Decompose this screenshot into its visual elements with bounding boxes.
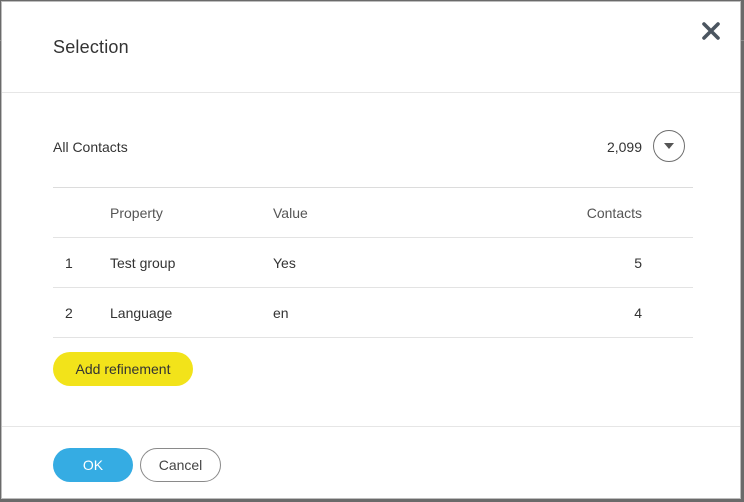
selection-name: All Contacts — [53, 139, 128, 155]
header-value: Value — [273, 205, 308, 221]
dialog-title: Selection — [53, 37, 129, 57]
close-x-icon — [702, 22, 720, 40]
cancel-button[interactable]: Cancel — [140, 448, 221, 482]
row-property: Test group — [110, 255, 176, 271]
selection-dialog: Selection All Contacts 2,099 Property Va… — [1, 1, 741, 499]
add-refinement-button[interactable]: Add refinement — [53, 352, 193, 386]
caret-down-icon — [664, 143, 674, 149]
selection-count: 2,099 — [606, 139, 642, 155]
close-button[interactable] — [700, 20, 722, 42]
table-row[interactable]: 2 Language en 4 — [53, 288, 693, 338]
row-property: Language — [110, 305, 173, 321]
ok-button[interactable]: OK — [53, 448, 133, 482]
dialog-footer: OK Cancel — [2, 426, 740, 499]
dialog-header: Selection — [2, 2, 740, 93]
header-property: Property — [110, 205, 163, 221]
header-contacts: Contacts — [586, 205, 642, 221]
row-index: 2 — [65, 305, 73, 321]
row-contacts: 5 — [634, 255, 642, 271]
refinement-table: Property Value Contacts 1 Test group Yes… — [53, 187, 693, 338]
row-value: en — [273, 305, 289, 321]
row-contacts: 4 — [634, 305, 642, 321]
row-index: 1 — [65, 255, 73, 271]
table-header-row: Property Value Contacts — [53, 188, 693, 238]
selection-summary: All Contacts 2,099 — [53, 130, 693, 166]
row-value: Yes — [273, 255, 296, 271]
selection-dropdown-button[interactable] — [653, 130, 685, 162]
table-row[interactable]: 1 Test group Yes 5 — [53, 238, 693, 288]
